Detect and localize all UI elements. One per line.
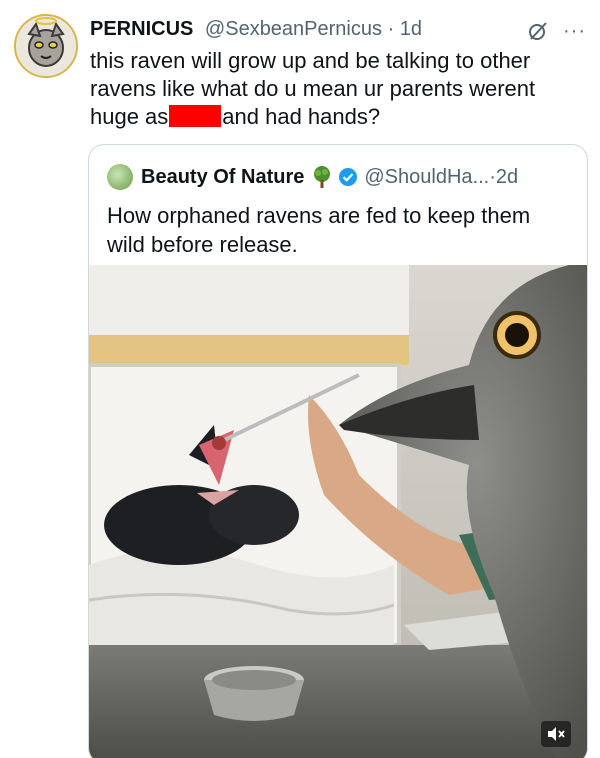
author-handle[interactable]: @SexbeanPernicus — [205, 18, 382, 40]
tweet-header: PERNICUS @SexbeanPernicus · 1d ··· — [90, 18, 586, 48]
more-options-icon[interactable]: ··· — [563, 21, 586, 41]
quote-text: How orphaned ravens are fed to keep them… — [107, 203, 531, 257]
tree-emoji-icon — [314, 166, 331, 188]
quote-timestamp[interactable]: 2d — [496, 166, 518, 189]
quote-header: Beauty Of Nature @ShouldHa... · 2d — [107, 161, 518, 193]
mute-button[interactable] — [541, 721, 571, 747]
redaction-box — [169, 105, 222, 127]
header-actions: ··· — [527, 20, 586, 42]
separator-dot: · — [387, 18, 395, 40]
quote-author-avatar[interactable] — [107, 164, 133, 190]
video-frame — [89, 265, 587, 758]
quote-author-handle[interactable]: @ShouldHa... — [364, 166, 489, 189]
quoted-tweet[interactable]: Beauty Of Nature @ShouldHa... · 2d How o… — [88, 144, 588, 758]
verified-badge-icon — [339, 168, 358, 186]
tweet[interactable]: PERNICUS @SexbeanPernicus · 1d ··· this … — [0, 0, 600, 758]
mute-speaker-icon — [548, 727, 565, 741]
quote-separator-dot: · — [489, 165, 496, 188]
author-avatar[interactable] — [14, 14, 78, 78]
tweet-text: this raven will grow up and be talking t… — [90, 47, 590, 131]
tweet-timestamp[interactable]: 1d — [400, 18, 422, 40]
video-player[interactable] — [89, 265, 587, 758]
author-name[interactable]: PERNICUS — [90, 18, 193, 40]
quote-author-name[interactable]: Beauty Of Nature — [141, 166, 304, 189]
grok-icon[interactable] — [527, 20, 549, 42]
tweet-text-part2: and had hands? — [222, 104, 381, 129]
